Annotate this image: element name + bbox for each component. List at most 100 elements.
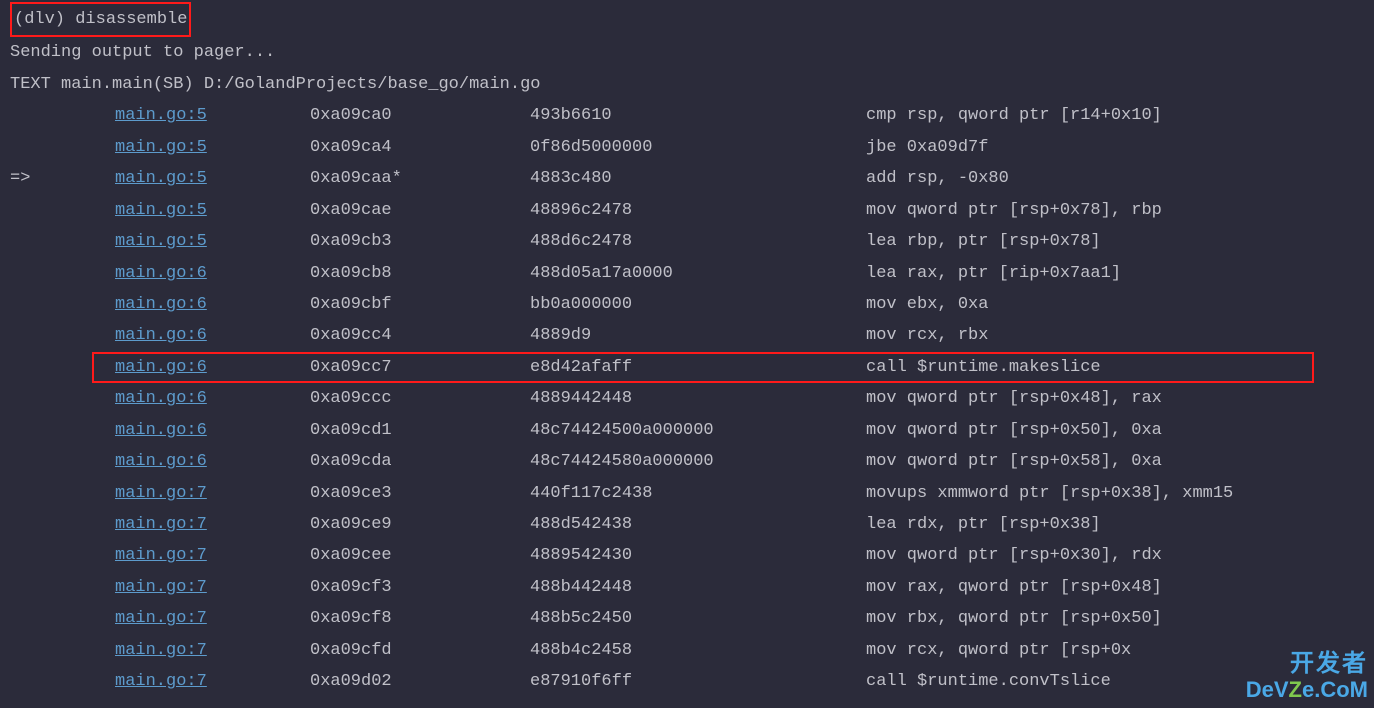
disasm-row: main.go:70xa09ce9488d542438lea rdx, ptr …: [0, 509, 1374, 540]
current-pointer: [10, 635, 115, 666]
watermark: 开发者 DeVZe.CoM: [1246, 651, 1368, 702]
source-col: main.go:6: [115, 383, 310, 414]
current-pointer: [10, 195, 115, 226]
prompt-highlight-box: (dlv) disassemble: [10, 2, 191, 37]
assembly-col: mov rax, qword ptr [rsp+0x48]: [866, 572, 1374, 603]
disasm-row: main.go:50xa09ca40f86d5000000jbe 0xa09d7…: [0, 132, 1374, 163]
bytes-col: 4889d9: [530, 320, 866, 351]
source-link[interactable]: main.go:7: [115, 609, 207, 628]
assembly-col: mov rbx, qword ptr [rsp+0x50]: [866, 603, 1374, 634]
source-col: main.go:7: [115, 572, 310, 603]
source-link[interactable]: main.go:7: [115, 672, 207, 691]
address-col: 0xa09d02: [310, 666, 530, 697]
bytes-col: 488d6c2478: [530, 226, 866, 257]
address-col: 0xa09cf3: [310, 572, 530, 603]
bytes-col: 488b4c2458: [530, 635, 866, 666]
prompt-line: (dlv) disassemble: [0, 2, 1374, 37]
source-link[interactable]: main.go:7: [115, 578, 207, 597]
disasm-row: main.go:7 0xa09cf3488b442448mov rax, qwor…: [0, 572, 1374, 603]
disasm-row: main.go:60xa09cd148c74424500a000000mov q…: [0, 415, 1374, 446]
source-col: main.go:7: [115, 540, 310, 571]
disassembly-listing: main.go:50xa09ca0493b6610cmp rsp, qword …: [0, 100, 1374, 697]
source-col: main.go:7: [115, 478, 310, 509]
source-col: main.go:6: [115, 289, 310, 320]
pager-line: Sending output to pager...: [0, 37, 1374, 68]
address-col: 0xa09cae: [310, 195, 530, 226]
bytes-col: 488d05a17a0000: [530, 258, 866, 289]
assembly-col: lea rbp, ptr [rsp+0x78]: [866, 226, 1374, 257]
current-pointer: [10, 446, 115, 477]
address-col: 0xa09ccc: [310, 383, 530, 414]
address-col: 0xa09cb8: [310, 258, 530, 289]
disasm-row: main.go:70xa09cf8488b5c2450mov rbx, qwor…: [0, 603, 1374, 634]
current-pointer: [10, 603, 115, 634]
address-col: 0xa09ce3: [310, 478, 530, 509]
disasm-row: main.go:6 0xa09cc7e8d42afaffcall $runtime…: [0, 352, 1374, 383]
assembly-col: mov qword ptr [rsp+0x58], 0xa: [866, 446, 1374, 477]
disasm-row: main.go:6 0xa09cb8488d05a17a0000lea rax, …: [0, 258, 1374, 289]
source-col: main.go:6: [115, 446, 310, 477]
source-col: main.go:6: [115, 258, 310, 289]
disasm-row: main.go:70xa09cee4889542430mov qword ptr…: [0, 540, 1374, 571]
source-link[interactable]: main.go:5: [115, 138, 207, 157]
disasm-row: =>main.go:50xa09caa*4883c480add rsp, -0x…: [0, 163, 1374, 194]
bytes-col: 4883c480: [530, 163, 866, 194]
source-link[interactable]: main.go:6: [115, 295, 207, 314]
current-pointer: [10, 132, 115, 163]
bytes-col: 4889542430: [530, 540, 866, 571]
assembly-col: lea rax, ptr [rip+0x7aa1]: [866, 258, 1374, 289]
source-link[interactable]: main.go:5: [115, 106, 207, 125]
disasm-row: main.go:50xa09ca0493b6610cmp rsp, qword …: [0, 100, 1374, 131]
current-pointer: [10, 540, 115, 571]
disasm-row: main.go:70xa09ce3440f117c2438movups xmmw…: [0, 478, 1374, 509]
address-col: 0xa09cc7: [310, 352, 530, 383]
assembly-col: mov ebx, 0xa: [866, 289, 1374, 320]
address-col: 0xa09ca0: [310, 100, 530, 131]
address-col: 0xa09cbf: [310, 289, 530, 320]
source-link[interactable]: main.go:6: [115, 358, 207, 377]
source-link[interactable]: main.go:5: [115, 232, 207, 251]
current-pointer: [10, 226, 115, 257]
bytes-col: e8d42afaff: [530, 352, 866, 383]
bytes-col: 493b6610: [530, 100, 866, 131]
text-decl-line: TEXT main.main(SB) D:/GolandProjects/bas…: [0, 69, 1374, 100]
address-col: 0xa09ce9: [310, 509, 530, 540]
source-link[interactable]: main.go:6: [115, 326, 207, 345]
disasm-row: main.go:60xa09cbfbb0a000000mov ebx, 0xa: [0, 289, 1374, 320]
source-link[interactable]: main.go:6: [115, 264, 207, 283]
current-pointer: [10, 289, 115, 320]
source-link[interactable]: main.go:6: [115, 421, 207, 440]
disasm-row: main.go:50xa09cb3488d6c2478lea rbp, ptr …: [0, 226, 1374, 257]
source-link[interactable]: main.go:5: [115, 169, 207, 188]
assembly-col: mov qword ptr [rsp+0x48], rax: [866, 383, 1374, 414]
current-pointer: [10, 258, 115, 289]
address-col: 0xa09cda: [310, 446, 530, 477]
source-link[interactable]: main.go:7: [115, 484, 207, 503]
bytes-col: 48c74424500a000000: [530, 415, 866, 446]
source-link[interactable]: main.go:5: [115, 201, 207, 220]
address-col: 0xa09cc4: [310, 320, 530, 351]
assembly-col: lea rdx, ptr [rsp+0x38]: [866, 509, 1374, 540]
address-col: 0xa09cfd: [310, 635, 530, 666]
source-col: main.go:5: [115, 226, 310, 257]
source-col: main.go:7: [115, 509, 310, 540]
assembly-col: mov qword ptr [rsp+0x30], rdx: [866, 540, 1374, 571]
current-pointer: [10, 100, 115, 131]
current-pointer: [10, 383, 115, 414]
source-link[interactable]: main.go:6: [115, 452, 207, 471]
current-pointer: [10, 478, 115, 509]
assembly-col: call $runtime.makeslice: [866, 352, 1374, 383]
prompt-text[interactable]: (dlv) disassemble: [14, 10, 187, 29]
bytes-col: 48c74424580a000000: [530, 446, 866, 477]
current-pointer: [10, 352, 115, 383]
source-link[interactable]: main.go:6: [115, 389, 207, 408]
source-link[interactable]: main.go:7: [115, 641, 207, 660]
source-link[interactable]: main.go:7: [115, 546, 207, 565]
assembly-col: mov qword ptr [rsp+0x78], rbp: [866, 195, 1374, 226]
bytes-col: 488b442448: [530, 572, 866, 603]
bytes-col: 48896c2478: [530, 195, 866, 226]
source-link[interactable]: main.go:7: [115, 515, 207, 534]
bytes-col: 4889442448: [530, 383, 866, 414]
source-col: main.go:6: [115, 415, 310, 446]
source-col: main.go:7: [115, 666, 310, 697]
